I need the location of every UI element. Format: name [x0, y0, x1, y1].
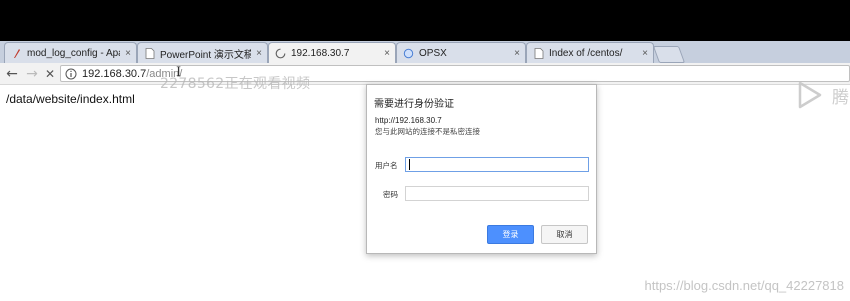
tab-title: PowerPoint 演示文稿 [160, 49, 251, 61]
password-label: 密码 [383, 190, 398, 199]
tab-192-168-30-7[interactable]: 192.168.30.7 × [268, 42, 396, 63]
document-icon [144, 47, 155, 59]
document-icon [533, 47, 544, 59]
login-button[interactable]: 登录 [487, 225, 534, 244]
tab-title: 192.168.30.7 [291, 47, 350, 59]
apache-feather-icon [11, 48, 22, 59]
tab-title: mod_log_config - Apa [27, 47, 120, 59]
cancel-button[interactable]: 取消 [541, 225, 588, 244]
video-top-bar [0, 0, 850, 41]
username-input[interactable] [405, 157, 589, 172]
blog-watermark: https://blog.csdn.net/qq_42227818 [644, 278, 845, 293]
tab-close-icon[interactable]: × [637, 48, 653, 59]
back-button[interactable]: ← [2, 63, 22, 84]
url-host: 192.168.30.7 [82, 67, 147, 80]
stop-button[interactable]: ✕ [40, 63, 60, 84]
tab-close-icon[interactable]: × [379, 48, 395, 59]
tab-close-icon[interactable]: × [120, 48, 136, 59]
tab-close-icon[interactable]: × [509, 48, 525, 59]
video-logo-text: 腾 [832, 88, 849, 108]
video-logo-icon [798, 81, 822, 109]
tab-index-of-centos[interactable]: Index of /centos/ × [526, 42, 654, 63]
tab-close-icon[interactable]: × [251, 48, 267, 59]
viewer-watermark: 2278562正在观看视频 [160, 76, 311, 92]
tab-title: Index of /centos/ [549, 47, 623, 59]
username-label: 用户名 [375, 161, 398, 170]
loading-spinner-icon [275, 48, 286, 59]
dialog-warning: 您与此网站的连接不是私密连接 [375, 127, 480, 136]
page-body-text: /data/website/index.html [6, 92, 135, 106]
globe-icon [403, 48, 414, 59]
tab-mod-log-config[interactable]: mod_log_config - Apa × [4, 42, 137, 63]
password-input[interactable] [405, 186, 589, 201]
dialog-url: http://192.168.30.7 [375, 116, 442, 125]
forward-button[interactable]: → [22, 63, 42, 84]
info-icon[interactable] [65, 68, 77, 80]
auth-dialog: 需要进行身份验证 http://192.168.30.7 您与此网站的连接不是私… [366, 84, 597, 254]
screen: mod_log_config - Apa × PowerPoint 演示文稿 ×… [0, 0, 850, 301]
tab-powerpoint[interactable]: PowerPoint 演示文稿 × [137, 42, 268, 63]
tab-title: OPSX [419, 47, 447, 59]
dialog-title: 需要进行身份验证 [374, 99, 454, 110]
text-caret [409, 159, 410, 170]
tab-opsx[interactable]: OPSX × [396, 42, 526, 63]
